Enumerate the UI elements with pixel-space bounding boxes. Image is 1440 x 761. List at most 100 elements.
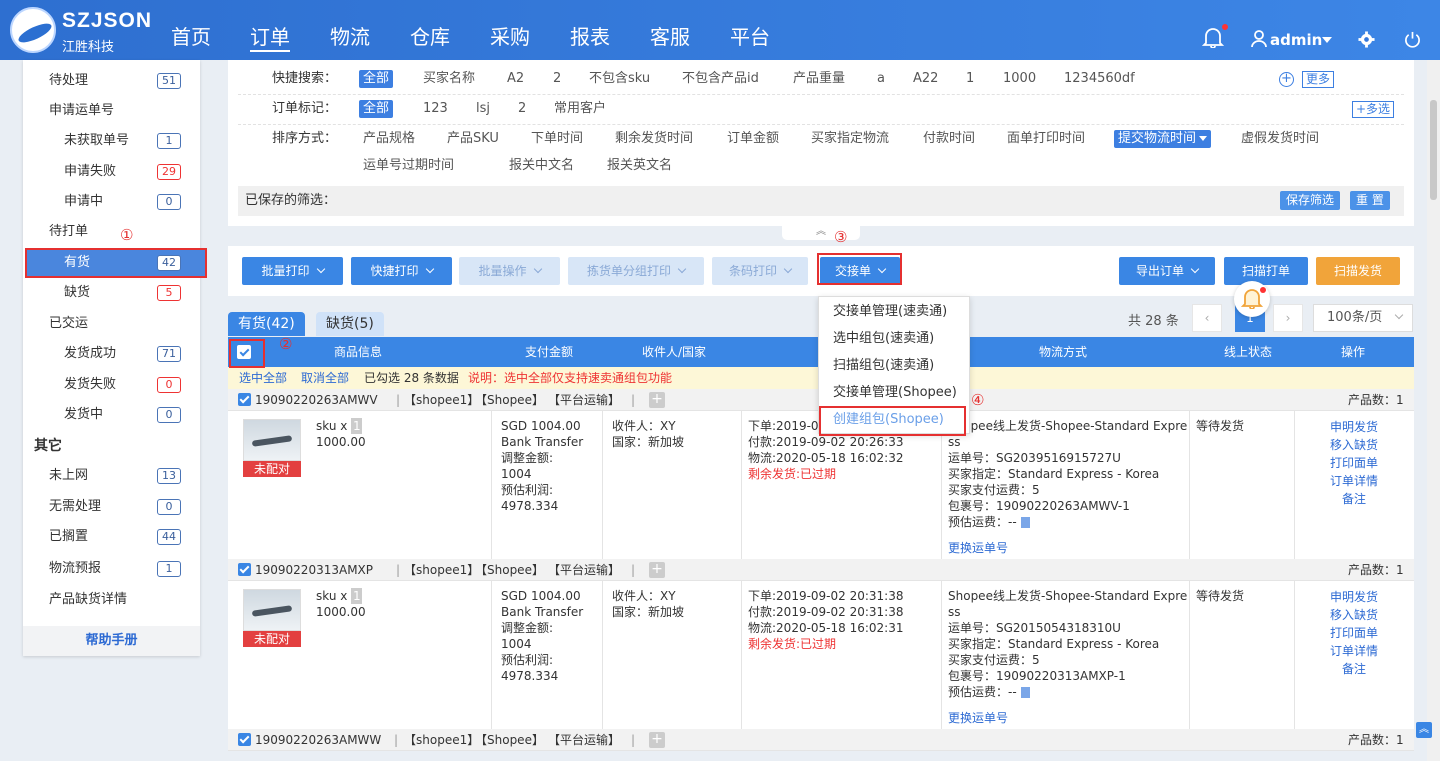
quick-item[interactable]: 1000 — [1003, 64, 1036, 94]
order-checkbox[interactable] — [238, 563, 251, 576]
sidebar-item[interactable]: 缺货 5 — [23, 278, 200, 308]
sort-item[interactable]: 产品规格 — [363, 124, 415, 154]
sort-item[interactable]: 订单金额 — [727, 124, 779, 154]
operation-link[interactable]: 打印面单 — [1298, 454, 1410, 472]
order-id[interactable]: 19090220263AMWW — [255, 729, 381, 751]
chevron-down-icon[interactable] — [1322, 37, 1332, 43]
operation-link[interactable]: 移入缺货 — [1298, 436, 1410, 454]
gear-icon[interactable] — [1358, 31, 1375, 48]
operation-link[interactable]: 订单详情 — [1298, 642, 1410, 660]
collapse-toggle[interactable]: ︽ — [782, 226, 860, 240]
sort-item[interactable]: 付款时间 — [923, 124, 975, 154]
mark-item[interactable]: 常用客户 — [554, 94, 606, 124]
menu-item[interactable]: 选中组包(速卖通) — [833, 326, 934, 352]
operation-link[interactable]: 订单详情 — [1298, 472, 1410, 490]
nav-home[interactable]: 首页 — [171, 24, 211, 50]
sidebar-item[interactable]: 已搁置 44 — [23, 522, 200, 552]
quick-item[interactable]: A2 — [507, 64, 524, 94]
barcode-print-button[interactable]: 条码打印 — [712, 257, 808, 285]
menu-item[interactable]: 扫描组包(速卖通) — [833, 353, 934, 379]
quick-item-all[interactable]: 全部 — [359, 70, 394, 88]
quick-item[interactable]: 不包含产品id — [682, 64, 759, 94]
power-icon[interactable] — [1404, 31, 1421, 48]
mark-item[interactable]: lsj — [476, 94, 490, 124]
select-all-link[interactable]: 选中全部 — [239, 367, 287, 389]
add-circle-icon[interactable]: + — [1279, 72, 1294, 87]
sort-item[interactable]: 报关中文名 — [509, 151, 574, 181]
add-tag-icon[interactable]: + — [649, 392, 665, 408]
page-size-select[interactable]: 100条/页 — [1313, 304, 1413, 332]
deselect-all-link[interactable]: 取消全部 — [301, 367, 349, 389]
quick-item[interactable]: A22 — [913, 64, 938, 94]
sort-item[interactable]: 报关英文名 — [607, 151, 672, 181]
product-thumbnail[interactable] — [243, 419, 301, 461]
save-filter-button[interactable]: 保存筛选 — [1280, 191, 1341, 210]
operation-link[interactable]: 申明发货 — [1298, 418, 1410, 436]
order-checkbox[interactable] — [238, 393, 251, 406]
quick-item[interactable]: a — [877, 64, 885, 94]
nav-orders[interactable]: 订单 — [250, 24, 290, 52]
sort-item[interactable]: 下单时间 — [531, 124, 583, 154]
tab-in-stock[interactable]: 有货(42) — [228, 312, 305, 336]
sidebar-item[interactable]: 无需处理 0 — [23, 492, 200, 522]
sidebar-item[interactable]: 发货中 0 — [23, 400, 200, 430]
sidebar-item[interactable]: 申请中 0 — [23, 187, 200, 217]
scan-ship-button[interactable]: 扫描发货 — [1316, 257, 1400, 285]
sort-item[interactable]: 面单打印时间 — [1007, 124, 1085, 154]
menu-item[interactable]: 交接单管理(速卖通) — [833, 299, 947, 325]
sidebar-item[interactable]: 待打单 — [23, 217, 200, 247]
sidebar-item[interactable]: 待处理 51 — [23, 66, 200, 96]
sort-item-active[interactable]: 提交物流时间 — [1114, 130, 1212, 148]
nav-service[interactable]: 客服 — [650, 24, 690, 50]
user-name[interactable]: admin — [1270, 31, 1322, 49]
quick-item[interactable]: 1234560df — [1064, 64, 1135, 94]
floating-bell-button[interactable] — [1234, 281, 1270, 317]
nav-warehouse[interactable]: 仓库 — [410, 24, 450, 50]
quick-item[interactable]: 买家名称 — [423, 64, 475, 94]
sidebar-item[interactable]: 申请失败 29 — [23, 157, 200, 187]
user-icon[interactable] — [1251, 30, 1267, 48]
sort-item[interactable]: 买家指定物流 — [811, 124, 889, 154]
order-id[interactable]: 19090220313AMXP — [255, 559, 373, 581]
help-manual-link[interactable]: 帮助手册 — [23, 626, 200, 656]
product-thumbnail[interactable] — [243, 589, 301, 631]
sidebar-item[interactable]: 申请运单号 — [23, 96, 200, 126]
operation-link[interactable]: 打印面单 — [1298, 624, 1410, 642]
sort-item[interactable]: 运单号过期时间 — [363, 151, 454, 181]
scroll-top-icon[interactable]: ︽ — [1416, 722, 1432, 738]
sidebar-item[interactable]: 未上网 13 — [23, 461, 200, 491]
menu-item[interactable]: 交接单管理(Shopee) — [833, 380, 957, 406]
nav-logistics[interactable]: 物流 — [330, 24, 370, 50]
sidebar-item[interactable]: 未获取单号 1 — [23, 126, 200, 156]
prev-page-button[interactable]: ‹ — [1192, 304, 1222, 332]
sort-item[interactable]: 剩余发货时间 — [615, 124, 693, 154]
nav-platform[interactable]: 平台 — [730, 24, 770, 50]
order-checkbox[interactable] — [238, 733, 251, 746]
mark-item[interactable]: 2 — [518, 94, 526, 124]
quick-item[interactable]: 2 — [553, 64, 561, 94]
mark-item[interactable]: 123 — [423, 94, 448, 124]
sidebar-item[interactable]: 已交运 — [23, 309, 200, 339]
change-tracking-link[interactable]: 更换运单号 — [948, 710, 1187, 726]
change-tracking-link[interactable]: 更换运单号 — [948, 540, 1187, 556]
sidebar-item[interactable]: 物流预报 1 — [23, 554, 200, 584]
add-tag-icon[interactable]: + — [649, 732, 665, 748]
export-orders-button[interactable]: 导出订单 — [1119, 257, 1215, 285]
order-id[interactable]: 19090220263AMWV — [255, 389, 378, 411]
operation-link[interactable]: 备注 — [1298, 660, 1410, 678]
scrollbar-thumb[interactable] — [1430, 100, 1437, 200]
sidebar-item[interactable]: 产品缺货详情 — [23, 585, 200, 615]
scan-print-button[interactable]: 扫描打单 — [1224, 257, 1308, 285]
more-button[interactable]: 更多 — [1302, 71, 1335, 88]
quick-print-button[interactable]: 快捷打印 — [351, 257, 452, 285]
reset-button[interactable]: 重 置 — [1350, 191, 1390, 210]
operation-link[interactable]: 移入缺货 — [1298, 606, 1410, 624]
nav-purchase[interactable]: 采购 — [490, 24, 530, 50]
sidebar-item[interactable]: 其它 — [23, 431, 200, 461]
sort-item[interactable]: 产品SKU — [447, 124, 499, 154]
quick-item[interactable]: 不包含sku — [589, 64, 650, 94]
bell-icon[interactable] — [1202, 26, 1224, 48]
batch-print-button[interactable]: 批量打印 — [242, 257, 343, 285]
sidebar-item[interactable]: 发货成功 71 — [23, 339, 200, 369]
sidebar-item[interactable]: 发货失败 0 — [23, 370, 200, 400]
